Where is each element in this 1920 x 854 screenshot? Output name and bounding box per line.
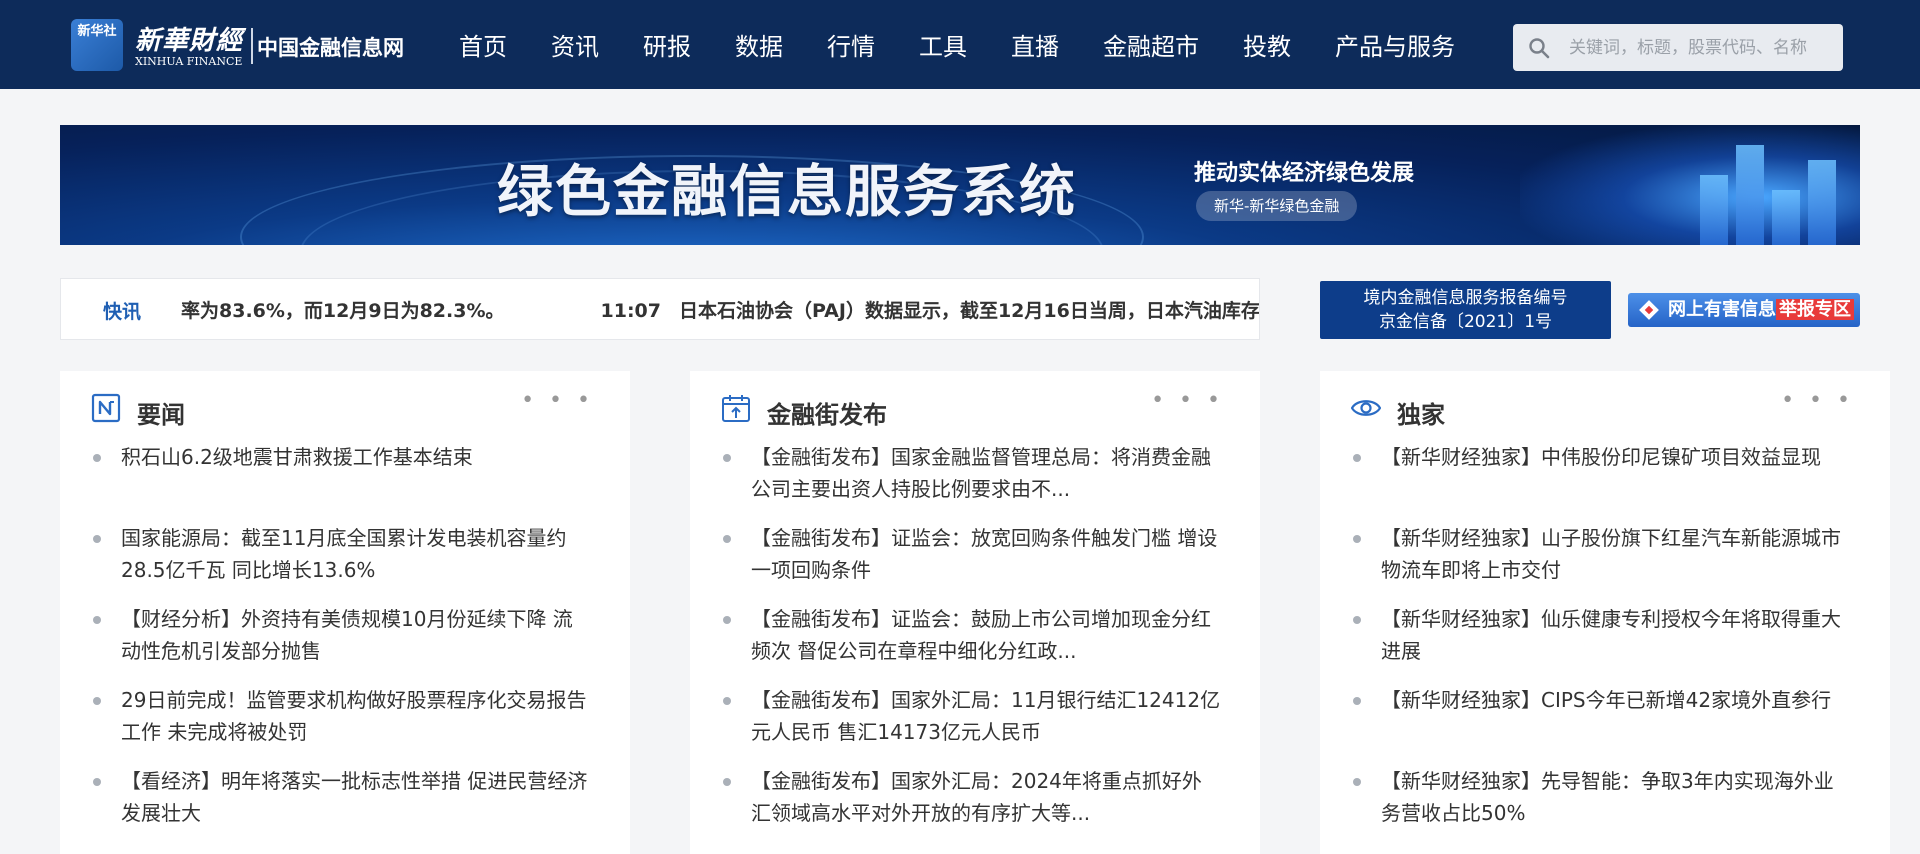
nav-item-market[interactable]: 行情 [827,27,875,62]
list-item[interactable]: 国家能源局：截至11月底全国累计发电装机容量约28.5亿千瓦 同比增长13.6% [91,522,591,603]
list-item[interactable]: 【财经分析】外资持有美债规模10月份延续下降 流动性危机引发部分抛售 [91,603,591,684]
green-finance-banner[interactable]: 绿色金融信息服务系统 推动实体经济绿色发展 新华-新华绿色金融 [60,125,1860,245]
banner-building-decoration [1736,145,1764,245]
report-highlight: 举报专区 [1776,299,1854,320]
filing-number-notice[interactable]: 境内金融信息服务报备编号 京金信备〔2021〕1号 [1320,281,1611,339]
list-item[interactable]: 【看经济】明年将落实一批标志性举措 促进民营经济发展壮大 [91,765,591,846]
eye-icon [1351,400,1381,416]
search-input[interactable] [1569,24,1831,71]
news-list: 【金融街发布】国家金融监督管理总局：将消费金融公司主要出资人持股比例要求由不..… [721,441,1221,846]
flash-news-ticker: 快讯 率为83.6%，而12月9日为82.3%。 11:07 日本石油协会（PAJ）… [60,278,1260,340]
banner-subtitle: 推动实体经济绿色发展 [1194,161,1415,186]
news-list: 【新华财经独家】中伟股份印尼镍矿项目效益显现 【新华财经独家】山子股份旗下红星汽… [1351,441,1851,846]
more-options-icon[interactable]: • • • [521,390,594,412]
logo-site-name: 中国金融信息网 [257,36,404,60]
card-title[interactable]: 要闻 [137,395,185,430]
nav-item-tools[interactable]: 工具 [919,27,967,62]
list-item[interactable]: 积石山6.2级地震甘肃救援工作基本结束 [91,441,591,522]
news-card-exclusive: 独家 • • • 【新华财经独家】中伟股份印尼镍矿项目效益显现 【新华财经独家】… [1320,371,1890,854]
card-title[interactable]: 金融街发布 [767,395,887,430]
ticker-text[interactable]: 率为83.6%，而12月9日为82.3%。 11:07 日本石油协会（PAJ）数据显… [181,296,1259,323]
report-diamond-icon [1639,300,1659,320]
list-item[interactable]: 【金融街发布】国家金融监督管理总局：将消费金融公司主要出资人持股比例要求由不..… [721,441,1221,522]
list-item[interactable]: 【金融街发布】国家外汇局：2024年将重点抓好外汇领域高水平对外开放的有序扩大等… [721,765,1221,846]
banner-building-decoration [1700,175,1728,245]
nav-item-finance-market[interactable]: 金融超市 [1103,27,1199,62]
logo-divider [251,28,253,64]
ticker-previous-item[interactable]: 率为83.6%，而12月9日为82.3%。 [181,300,505,322]
notice-line-2: 京金信备〔2021〕1号 [1378,312,1553,332]
list-item[interactable]: 【新华财经独家】山子股份旗下红星汽车新能源城市物流车即将上市交付 [1351,522,1851,603]
banner-building-decoration [1808,160,1836,245]
top-navigation-bar: 新华社 新華財經 XINHUA FINANCE 中国金融信息网 首页 资讯 研报… [0,0,1920,89]
nav-item-live[interactable]: 直播 [1011,27,1059,62]
nav-item-investor-education[interactable]: 投教 [1243,27,1291,62]
nav-item-research[interactable]: 研报 [643,27,691,62]
report-label: 网上有害信息 [1668,299,1776,320]
ticker-track: 率为83.6%，而12月9日为82.3%。 11:07 日本石油协会（PAJ）数据显… [181,279,1259,339]
notice-line-1: 境内金融信息服务报备编号 [1363,288,1568,308]
banner-tag: 新华-新华绿色金融 [1196,191,1358,221]
banner-building-decoration [1772,190,1800,245]
ticker-time: 11:07 [600,300,661,322]
ticker-current-item[interactable]: 日本石油协会（PAJ）数据显示，截至12月16日当周，日本汽油库存 [679,300,1259,322]
news-icon [91,393,121,423]
more-options-icon[interactable]: • • • [1781,390,1854,412]
nav-item-data[interactable]: 数据 [735,27,783,62]
list-item[interactable]: 【金融街发布】证监会：鼓励上市公司增加现金分红频次 督促公司在章程中细化分红政.… [721,603,1221,684]
news-card-finance-street: 金融街发布 • • • 【金融街发布】国家金融监督管理总局：将消费金融公司主要出… [690,371,1260,854]
card-title[interactable]: 独家 [1397,395,1445,430]
harmful-info-report-button[interactable]: 网上有害信息 举报专区 [1628,293,1860,327]
list-item[interactable]: 【金融街发布】国家外汇局：11月银行结汇12412亿元人民币 售汇14173亿元… [721,684,1221,765]
search-box[interactable] [1513,24,1843,71]
list-item[interactable]: 【新华财经独家】中伟股份印尼镍矿项目效益显现 [1351,441,1851,522]
ticker-label: 快讯 [103,301,142,323]
main-nav: 首页 资讯 研报 数据 行情 工具 直播 金融超市 投教 产品与服务 [459,0,1499,89]
nav-item-products-services[interactable]: 产品与服务 [1335,27,1455,62]
news-card-headlines: 要闻 • • • 积石山6.2级地震甘肃救援工作基本结束 国家能源局：截至11月… [60,371,630,854]
logo-brand-name: 新華財經 [135,26,244,56]
site-logo[interactable]: 新华社 新華財經 XINHUA FINANCE 中国金融信息网 [71,18,421,74]
list-item[interactable]: 【新华财经独家】CIPS今年已新增42家境外直参行 [1351,684,1851,765]
list-item[interactable]: 【新华财经独家】先导智能：争取3年内实现海外业务营收占比50% [1351,765,1851,846]
banner-title: 绿色金融信息服务系统 [497,160,1077,225]
list-item[interactable]: 29日前完成！监管要求机构做好股票程序化交易报告工作 未完成将被处罚 [91,684,591,765]
list-item[interactable]: 【金融街发布】证监会：放宽回购条件触发门槛 增设一项回购条件 [721,522,1221,603]
more-options-icon[interactable]: • • • [1151,390,1224,412]
nav-item-news[interactable]: 资讯 [551,27,599,62]
logo-brand-english: XINHUA FINANCE [135,55,243,68]
search-icon[interactable] [1527,36,1551,60]
nav-item-home[interactable]: 首页 [459,27,507,62]
list-item[interactable]: 【新华财经独家】仙乐健康专利授权今年将取得重大进展 [1351,603,1851,684]
calendar-icon [722,395,750,422]
xinhua-badge-icon: 新华社 [71,19,123,71]
news-list: 积石山6.2级地震甘肃救援工作基本结束 国家能源局：截至11月底全国累计发电装机… [91,441,591,846]
